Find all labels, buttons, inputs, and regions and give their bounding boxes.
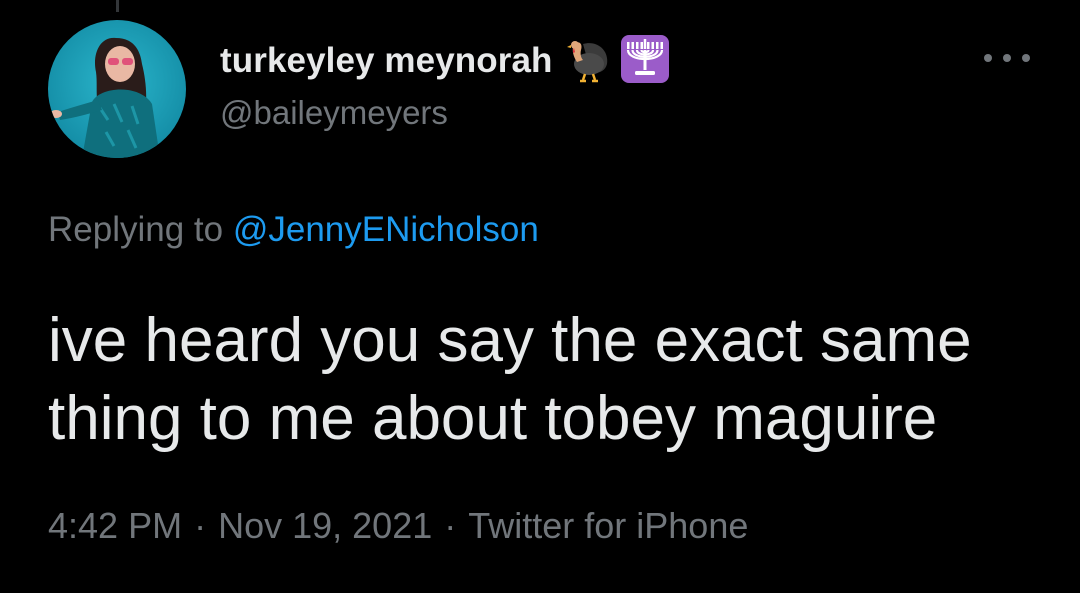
- tweet-date-link[interactable]: Nov 19, 2021: [218, 505, 432, 546]
- avatar[interactable]: [48, 20, 186, 158]
- separator-dot: ·: [444, 505, 457, 546]
- more-horizontal-icon: [1003, 54, 1011, 62]
- turkey-emoji-icon: [563, 34, 611, 89]
- tweet-source-link[interactable]: Twitter for iPhone: [468, 505, 748, 546]
- tweet-text: ive heard you say the exact same thing t…: [48, 306, 972, 453]
- separator-dot: ·: [194, 505, 207, 546]
- tweet-metadata: 4:42 PM · Nov 19, 2021 · Twitter for iPhone: [48, 505, 748, 547]
- thread-connector-line: [116, 0, 119, 12]
- menorah-emoji-icon: [620, 34, 669, 88]
- replying-to-mention-link[interactable]: @JennyENicholson: [233, 210, 539, 249]
- replying-to: Replying to @JennyENicholson: [48, 210, 539, 250]
- tweet-time-link[interactable]: 4:42 PM: [48, 505, 182, 546]
- display-name[interactable]: turkeyley meynorah: [220, 41, 553, 81]
- name-row: turkeyley meynorah: [220, 34, 669, 88]
- more-options-button[interactable]: [984, 44, 1030, 72]
- replying-to-label: Replying to: [48, 210, 224, 249]
- more-horizontal-icon: [1022, 54, 1030, 62]
- avatar-image: [48, 20, 186, 158]
- more-horizontal-icon: [984, 54, 992, 62]
- user-handle[interactable]: @baileymeyers: [220, 94, 448, 132]
